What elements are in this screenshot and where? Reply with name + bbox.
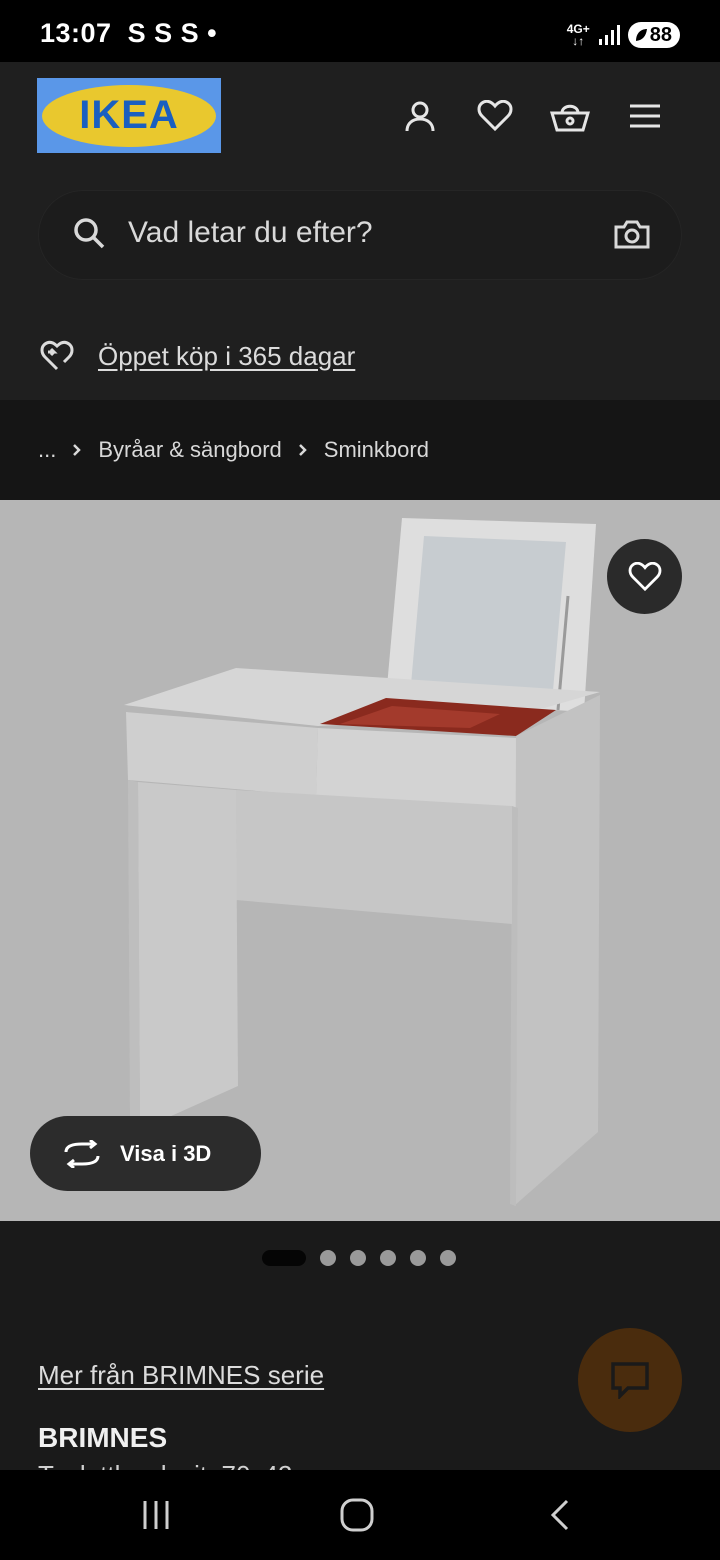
battery-indicator: 88 [627,22,680,48]
back-button[interactable] [540,1495,580,1535]
view-in-3d-button[interactable]: Visa i 3D [30,1116,261,1191]
logo-oval: IKEA [42,84,216,147]
image-carousel-indicator [262,1250,456,1266]
return-policy-link[interactable]: Öppet köp i 365 dagar [98,341,355,372]
search-input[interactable]: Vad letar du efter? [128,216,373,250]
battery-saver-icon [635,29,647,41]
breadcrumb-ellipsis[interactable]: ... [38,437,56,463]
product-image[interactable]: Visa i 3D [0,500,720,1221]
search-icon [72,216,106,255]
carousel-dot[interactable] [440,1250,456,1266]
signal-icon [598,25,620,45]
network-indicator: 4G+ ↓↑ [566,22,590,48]
search-bar[interactable]: Vad letar du efter? [38,190,682,280]
menu-icon[interactable] [625,96,665,136]
chat-button[interactable] [578,1328,682,1432]
system-navigation-bar [0,1470,720,1560]
logo-text: IKEA [79,93,179,137]
heart-icon [628,561,661,591]
breadcrumb-item-dressers[interactable]: Byråar & sängbord [98,437,281,463]
recent-apps-button[interactable] [136,1495,176,1535]
view-in-3d-label: Visa i 3D [120,1140,212,1166]
series-link[interactable]: Mer från BRIMNES serie [38,1360,324,1391]
return-policy-row: Öppet köp i 365 dagar [40,338,355,374]
status-time: 13:07 S S S • [40,18,218,48]
carousel-dot-active[interactable] [262,1250,306,1266]
home-button[interactable] [337,1495,377,1535]
basket-icon[interactable] [550,96,590,136]
chat-icon [611,1362,649,1399]
favorite-button[interactable] [607,539,682,614]
status-right: 4G+ ↓↑ 88 [567,20,680,50]
carousel-dot[interactable] [410,1250,426,1266]
notification-indicators: S S S • [127,18,218,48]
product-name: BRIMNES [38,1422,168,1453]
status-bar: 13:07 S S S • 4G+ ↓↑ 88 [0,0,720,62]
heart-icon[interactable] [475,96,515,136]
breadcrumb-item-dressing-tables[interactable]: Sminkbord [324,437,429,463]
dressing-table-illustration [124,518,600,1206]
site-header: IKEA Vad letar du efter? Öppet köp i 365… [0,62,720,400]
chevron-right-icon [298,443,308,457]
camera-search-icon[interactable] [614,218,650,255]
ikea-logo[interactable]: IKEA [37,78,221,153]
chevron-right-icon [72,443,82,457]
carousel-dot[interactable] [380,1250,396,1266]
carousel-dot[interactable] [350,1250,366,1266]
breadcrumb: ... Byråar & sängbord Sminkbord [0,400,720,500]
rotate-icon [64,1139,100,1168]
carousel-dot[interactable] [320,1250,336,1266]
return-heart-icon [40,340,74,371]
profile-icon[interactable] [400,96,440,136]
